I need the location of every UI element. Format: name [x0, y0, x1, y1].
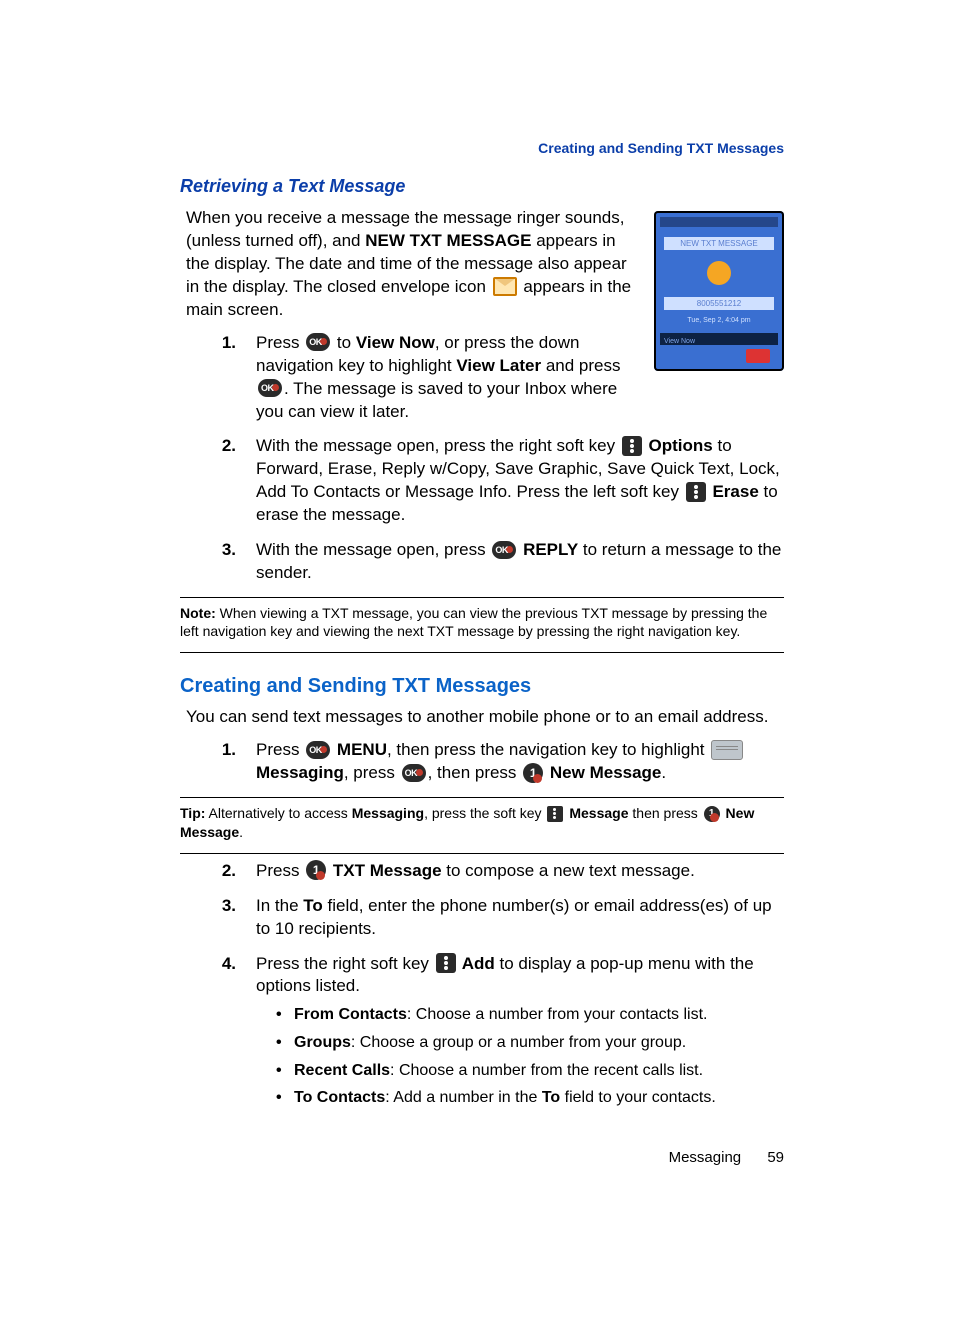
note: Note: When viewing a TXT message, you ca… [180, 604, 784, 640]
soft-key-dots-icon [436, 953, 456, 973]
soft-key-dots-icon [547, 806, 563, 822]
one-key-icon [306, 860, 326, 880]
ok-icon [492, 541, 516, 559]
section-heading-creating: Creating and Sending TXT Messages [180, 675, 784, 698]
page-footer: Messaging 59 [180, 1149, 784, 1166]
create-step-1: 1. Press MENU, then press the navigation… [210, 739, 784, 785]
breadcrumb: Creating and Sending TXT Messages [180, 140, 784, 156]
opt-from-contacts: From Contacts: Choose a number from your… [276, 1004, 784, 1026]
create-step-4: 4. Press the right soft key Add to displ… [210, 953, 784, 1109]
step-3: 3. With the message open, press REPLY to… [210, 539, 784, 585]
step-2: 2. With the message open, press the righ… [210, 435, 784, 527]
one-key-icon [523, 763, 543, 783]
step-1: 1. Press to View Now, or press the down … [210, 332, 784, 424]
opt-recent-calls: Recent Calls: Choose a number from the r… [276, 1060, 784, 1082]
add-options: From Contacts: Choose a number from your… [276, 1004, 784, 1108]
ok-icon [402, 764, 426, 782]
soft-key-dots-icon [686, 482, 706, 502]
create-steps-b: 2. Press TXT Message to compose a new te… [210, 860, 784, 1109]
ok-icon [306, 333, 330, 351]
divider [180, 853, 784, 854]
create-step-3: 3. In the To field, enter the phone numb… [210, 895, 784, 941]
create-steps-a: 1. Press MENU, then press the navigation… [210, 739, 784, 785]
opt-groups: Groups: Choose a group or a number from … [276, 1032, 784, 1054]
page-number: 59 [767, 1149, 784, 1166]
divider [180, 652, 784, 653]
create-step-2: 2. Press TXT Message to compose a new te… [210, 860, 784, 883]
ok-icon [306, 741, 330, 759]
divider [180, 597, 784, 598]
chapter-name: Messaging [669, 1149, 742, 1166]
divider [180, 797, 784, 798]
tip: Tip: Alternatively to access Messaging, … [180, 804, 784, 840]
soft-key-dots-icon [622, 436, 642, 456]
one-key-icon [704, 806, 720, 822]
retrieve-steps: 1. Press to View Now, or press the down … [210, 332, 784, 585]
ok-icon [258, 379, 282, 397]
subheading-retrieving: Retrieving a Text Message [180, 176, 784, 197]
messaging-app-icon [711, 740, 743, 760]
sec2-intro: You can send text messages to another mo… [186, 706, 784, 729]
opt-to-contacts: To Contacts: Add a number in the To fiel… [276, 1087, 784, 1109]
envelope-icon [493, 277, 517, 296]
